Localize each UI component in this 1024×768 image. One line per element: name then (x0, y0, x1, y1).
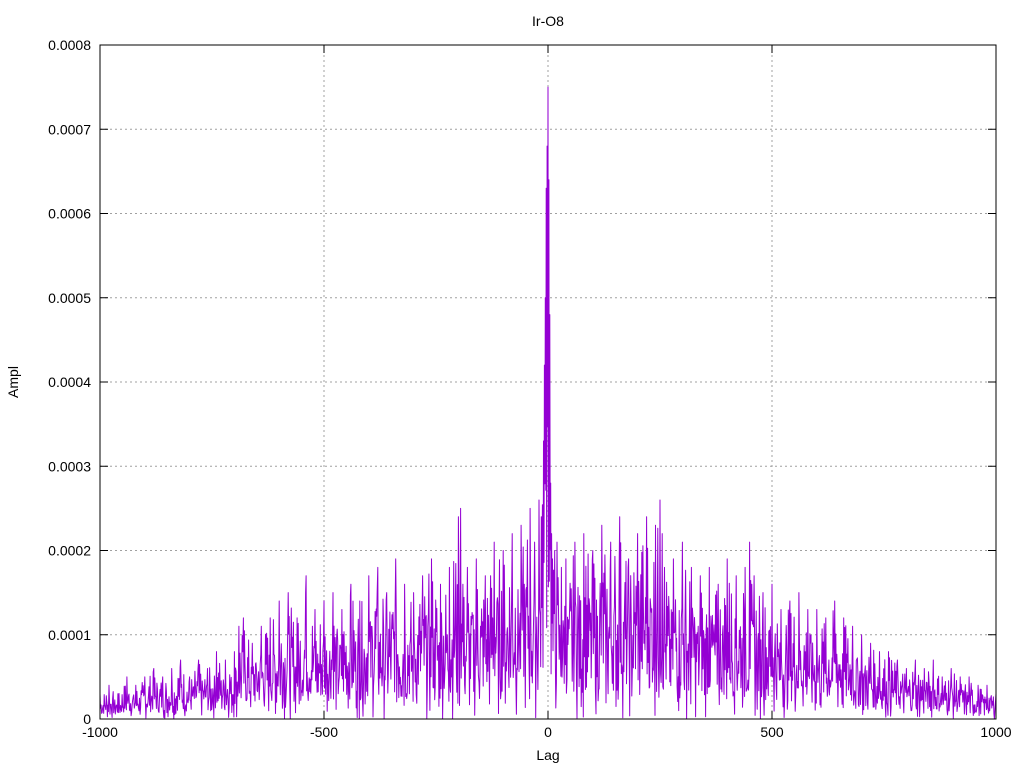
y-tick-label: 0.0003 (48, 458, 91, 474)
chart: -1000 -500 0 500 100000.00010.00020.00030.00… (5, 13, 1012, 763)
y-tick-label: 0.0004 (48, 374, 91, 390)
y-tick-label: 0 (83, 711, 91, 727)
y-tick-label: 0.0008 (48, 37, 91, 53)
y-axis-label: Ampl (5, 366, 21, 398)
x-tick-label: 1000 (980, 724, 1011, 740)
x-tick-label: 500 (760, 724, 784, 740)
y-tick-label: 0.0002 (48, 543, 91, 559)
x-tick-label: 0 (544, 724, 552, 740)
chart-title: Ir-O8 (532, 13, 564, 29)
x-tick-label: -500 (310, 724, 338, 740)
y-tick-label: 0.0007 (48, 121, 91, 137)
y-tick-label: 0.0006 (48, 206, 91, 222)
x-axis-label: Lag (536, 747, 559, 763)
y-tick-label: 0.0001 (48, 627, 91, 643)
y-tick-label: 0.0005 (48, 290, 91, 306)
series-layer (99, 86, 997, 720)
series-line (99, 86, 997, 720)
